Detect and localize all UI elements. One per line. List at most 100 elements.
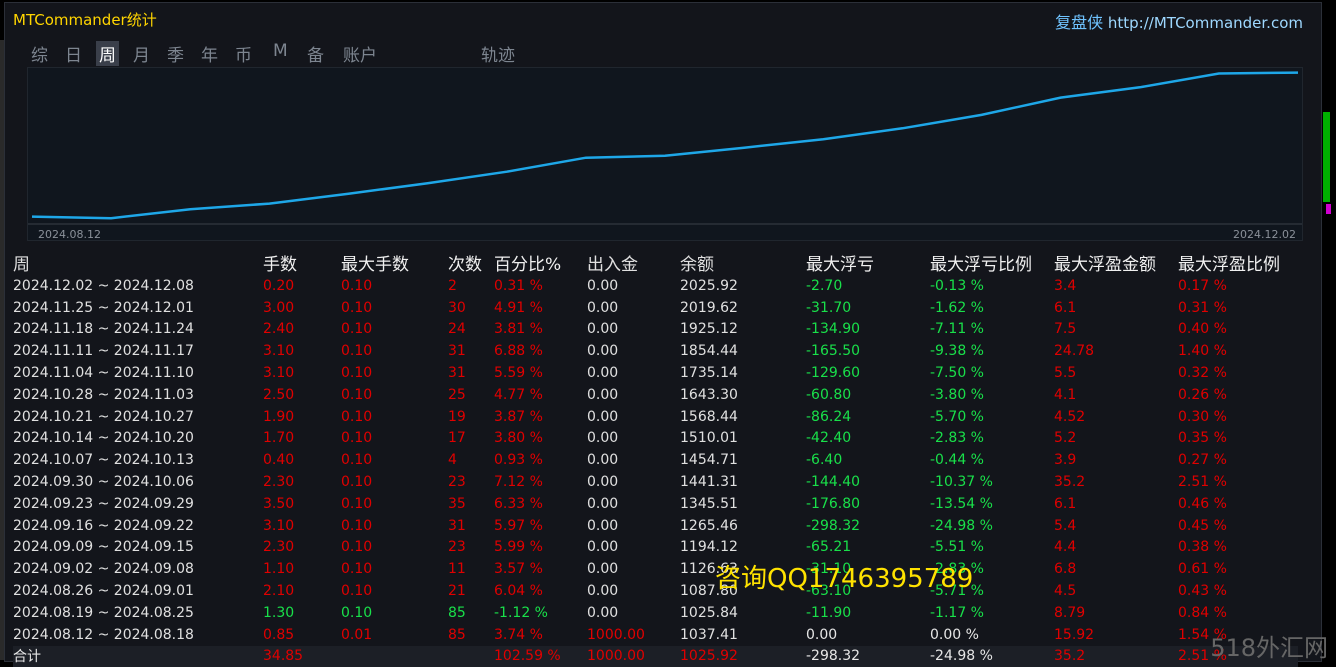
cell-deposit: 0.00 (587, 604, 619, 621)
cell-count: 23 (448, 474, 466, 491)
tab-4[interactable]: 季 (167, 41, 184, 66)
cell-max-drawdown: -176.80 (806, 495, 861, 512)
total-max-lots (341, 645, 448, 667)
cell-max-lots: 0.10 (341, 539, 373, 556)
cell-max-profit-pct: 0.46 % (1178, 495, 1227, 512)
cell-max-profit-pct: 0.43 % (1178, 583, 1227, 600)
tab-9[interactable]: 账户 (343, 41, 377, 66)
cell-max-lots: 0.10 (341, 561, 373, 578)
cell-week: 2024.11.04 ~ 2024.11.10 (13, 365, 194, 382)
table-row[interactable]: 2024.10.14 ~ 2024.10.20 1.70 0.10 17 3.80 % 0… (13, 428, 1298, 450)
cell-max-lots: 0.10 (341, 386, 373, 403)
tab-7[interactable]: M (273, 41, 288, 61)
table-row[interactable]: 2024.09.23 ~ 2024.09.29 3.50 0.10 35 6.33 % 0… (13, 493, 1298, 515)
cell-percent: 3.87 % (494, 408, 543, 425)
site-link[interactable]: 复盘侠 http://MTCommander.com (1055, 9, 1303, 33)
tab-6[interactable]: 币 (235, 41, 252, 66)
cell-deposit: 0.00 (587, 430, 619, 447)
table-row[interactable]: 2024.12.02 ~ 2024.12.08 0.20 0.10 2 0.31 % 0.… (13, 275, 1298, 297)
cell-max-profit-pct: 0.32 % (1178, 365, 1227, 382)
cell-max-profit-pct: 0.27 % (1178, 452, 1227, 469)
table-row[interactable]: 2024.09.09 ~ 2024.09.15 2.30 0.10 23 5.99 % 0… (13, 537, 1298, 559)
cell-lots: 3.10 (263, 365, 295, 382)
header-percent[interactable]: 百分比% (494, 250, 587, 275)
cell-lots: 2.50 (263, 386, 295, 403)
cell-max-drawdown-pct: -24.98 % (930, 517, 993, 534)
header-max-profit[interactable]: 最大浮盈金额 (1054, 250, 1178, 275)
cell-deposit: 0.00 (587, 561, 619, 578)
cell-lots: 1.10 (263, 561, 295, 578)
header-week[interactable]: 周 (13, 250, 263, 275)
cell-deposit: 0.00 (587, 495, 619, 512)
tab-2[interactable]: 周 (96, 41, 119, 66)
table-row[interactable]: 2024.11.04 ~ 2024.11.10 3.10 0.10 31 5.59 % 0… (13, 362, 1298, 384)
cell-max-profit: 5.4 (1054, 517, 1077, 534)
chart-start-date: 2024.08.12 (38, 228, 101, 241)
table-row[interactable]: 2024.10.07 ~ 2024.10.13 0.40 0.10 4 0.93 % 0.… (13, 449, 1298, 471)
cell-max-lots: 0.10 (341, 604, 373, 621)
cell-max-drawdown-pct: -0.44 % (930, 452, 984, 469)
cell-max-drawdown: -2.70 (806, 277, 843, 294)
header-max-drawdown-pct[interactable]: 最大浮亏比例 (930, 250, 1054, 275)
cell-deposit: 0.00 (587, 517, 619, 534)
cell-deposit: 0.00 (587, 474, 619, 491)
cell-week: 2024.09.09 ~ 2024.09.15 (13, 539, 194, 556)
site-url[interactable]: http://MTCommander.com (1108, 14, 1303, 32)
cell-max-drawdown: -60.80 (806, 386, 852, 403)
header-max-drawdown[interactable]: 最大浮亏 (806, 250, 930, 275)
header-balance[interactable]: 余额 (680, 250, 806, 275)
cell-balance: 1265.46 (680, 517, 738, 534)
tab-8[interactable]: 备 (307, 41, 324, 66)
cell-balance: 1441.31 (680, 474, 738, 491)
cell-lots: 0.40 (263, 452, 295, 469)
cell-count: 85 (448, 604, 466, 621)
cell-week: 2024.09.02 ~ 2024.09.08 (13, 561, 194, 578)
cell-percent: 6.04 % (494, 583, 543, 600)
cell-max-drawdown: -134.90 (806, 321, 861, 338)
table-row[interactable]: 2024.09.30 ~ 2024.10.06 2.30 0.10 23 7.12 % 0… (13, 471, 1298, 493)
cell-max-drawdown: -11.90 (806, 604, 852, 621)
tab-0[interactable]: 综 (31, 41, 48, 66)
table-row[interactable]: 2024.11.11 ~ 2024.11.17 3.10 0.10 31 6.88 % 0… (13, 340, 1298, 362)
cell-max-profit-pct: 0.40 % (1178, 321, 1227, 338)
cell-count: 85 (448, 626, 466, 643)
cell-lots: 2.10 (263, 583, 295, 600)
table-row[interactable]: 2024.11.25 ~ 2024.12.01 3.00 0.10 30 4.91 % 0… (13, 297, 1298, 319)
header-max-profit-pct[interactable]: 最大浮盈比例 (1178, 250, 1298, 275)
cell-count: 25 (448, 386, 466, 403)
tab-3[interactable]: 月 (133, 41, 150, 66)
cell-max-profit-pct: 2.51 % (1178, 474, 1227, 491)
table-row[interactable]: 2024.08.26 ~ 2024.09.01 2.10 0.10 21 6.04 % 0… (13, 580, 1298, 602)
weekly-stats-table: 周手数 最大手数 次数 百分比% 出入金 余额 最大浮亏 最大浮亏比例 最大浮盈金额 最大浮盈比例… (13, 250, 1298, 667)
table-row[interactable]: 2024.10.21 ~ 2024.10.27 1.90 0.10 19 3.87 % 0… (13, 406, 1298, 428)
table-row[interactable]: 2024.11.18 ~ 2024.11.24 2.40 0.10 24 3.81 % 0… (13, 319, 1298, 341)
cell-percent: -1.12 % (494, 604, 548, 621)
tab-10[interactable]: 轨迹 (481, 41, 515, 66)
cell-max-profit-pct: 0.45 % (1178, 517, 1227, 534)
header-deposit[interactable]: 出入金 (587, 250, 680, 275)
cell-balance: 1194.12 (680, 539, 738, 556)
table-row[interactable]: 2024.08.19 ~ 2024.08.25 1.30 0.10 85 -1.12 %… (13, 602, 1298, 624)
cell-percent: 3.81 % (494, 321, 543, 338)
cell-lots: 2.30 (263, 539, 295, 556)
header-count[interactable]: 次数 (448, 250, 494, 275)
cell-max-lots: 0.10 (341, 517, 373, 534)
cell-percent: 4.91 % (494, 299, 543, 316)
header-lots[interactable]: 手数 (263, 250, 341, 275)
table-row[interactable]: 2024.10.28 ~ 2024.11.03 2.50 0.10 25 4.77 % 0… (13, 384, 1298, 406)
cell-max-drawdown: -6.40 (806, 452, 843, 469)
cell-percent: 0.93 % (494, 452, 543, 469)
tab-1[interactable]: 日 (65, 41, 82, 66)
header-max-lots[interactable]: 最大手数 (341, 250, 448, 275)
table-row[interactable]: 2024.08.12 ~ 2024.08.18 0.85 0.01 85 3.74 % 1… (13, 624, 1298, 646)
table-row[interactable]: 2024.09.16 ~ 2024.09.22 3.10 0.10 31 5.97 % 0… (13, 515, 1298, 537)
cell-week: 2024.10.14 ~ 2024.10.20 (13, 430, 194, 447)
cell-percent: 6.88 % (494, 343, 543, 360)
table-row[interactable]: 2024.09.02 ~ 2024.09.08 1.10 0.10 11 3.57 % 0… (13, 558, 1298, 580)
cell-max-profit: 4.4 (1054, 539, 1077, 556)
tab-5[interactable]: 年 (201, 41, 218, 66)
cell-week: 2024.11.18 ~ 2024.11.24 (13, 321, 194, 338)
cell-lots: 3.10 (263, 343, 295, 360)
cell-count: 31 (448, 517, 466, 534)
cell-count: 19 (448, 408, 466, 425)
